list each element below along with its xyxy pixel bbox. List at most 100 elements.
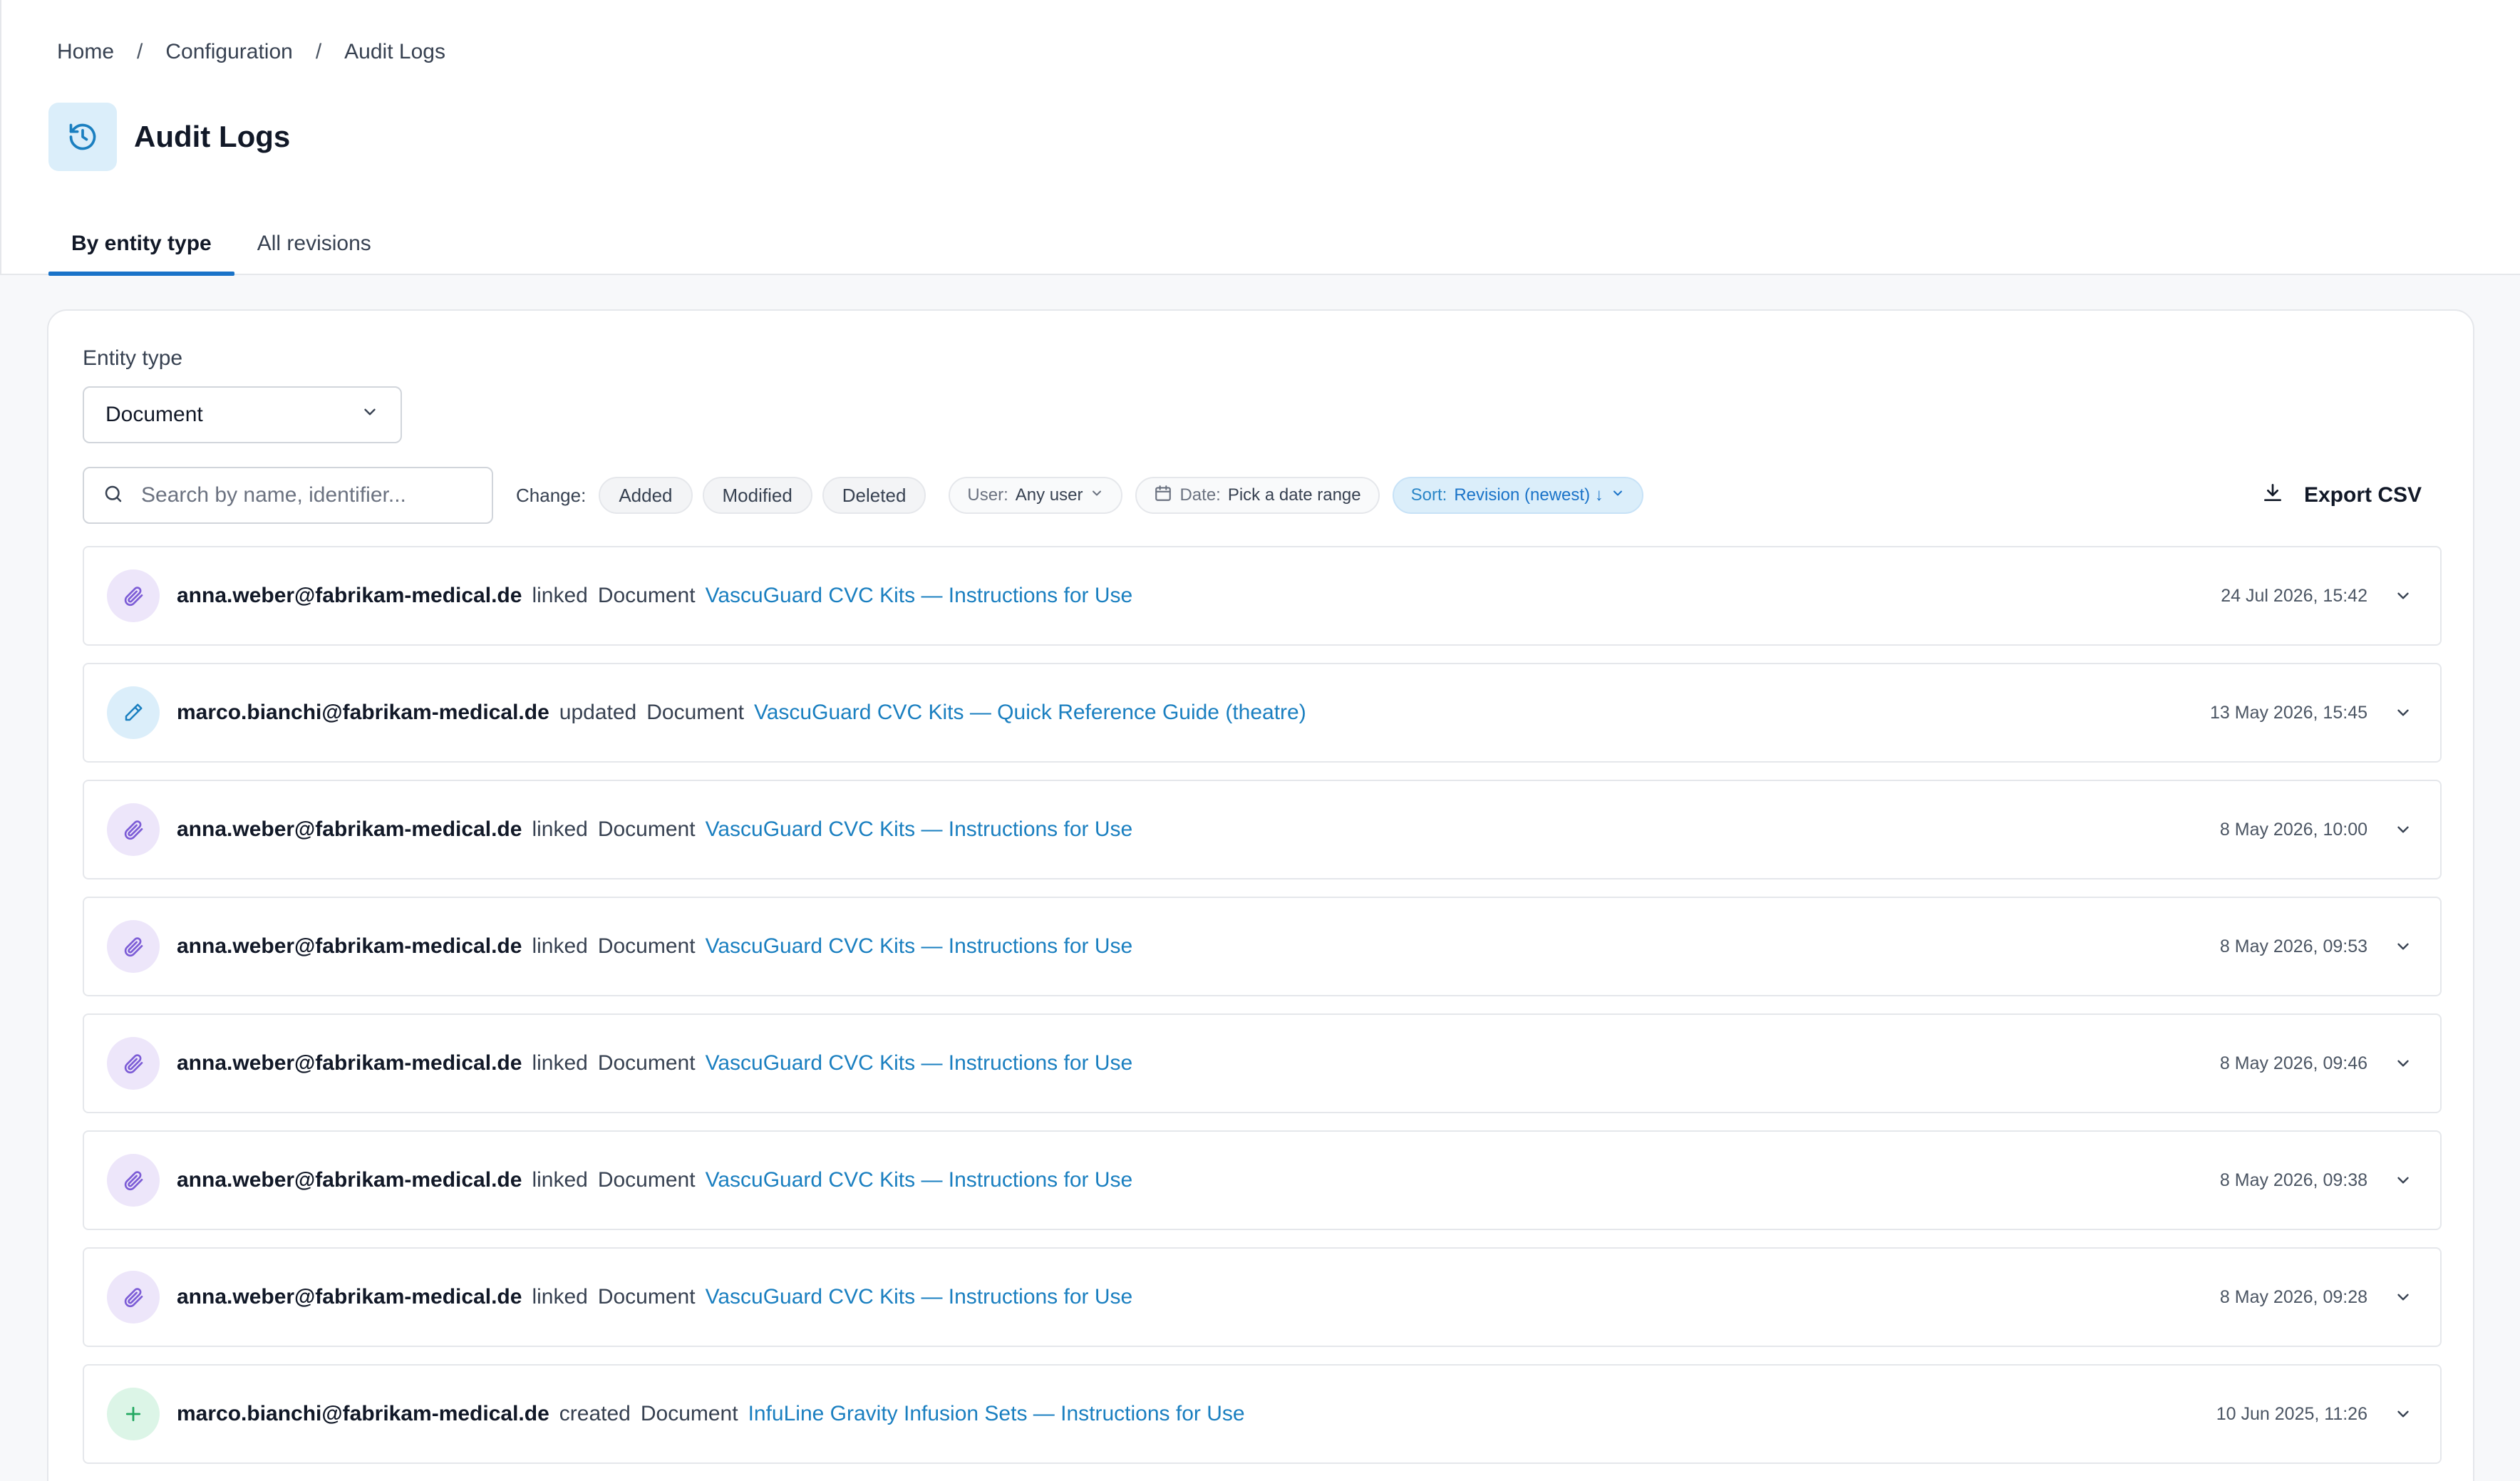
breadcrumb-current: Audit Logs [344, 40, 445, 63]
audit-action: linked [532, 584, 588, 607]
audit-entity-link[interactable]: VascuGuard CVC Kits — Instructions for U… [706, 1168, 1133, 1192]
user-filter-value: Any user [1015, 485, 1083, 505]
audit-row-text: anna.weber@fabrikam-medical.de linked Do… [177, 817, 1132, 842]
audit-action: linked [532, 1051, 588, 1075]
audit-user: marco.bianchi@fabrikam-medical.de [177, 1402, 549, 1425]
tab-by-entity-type[interactable]: By entity type [48, 212, 234, 276]
breadcrumb-configuration[interactable]: Configuration [165, 40, 292, 64]
audit-row-text: anna.weber@fabrikam-medical.de linked Do… [177, 1285, 1132, 1309]
audit-entity-type: Document [640, 1402, 738, 1425]
audit-entity-type: Document [597, 1051, 696, 1075]
audit-entity-type: Document [597, 1285, 696, 1309]
chevron-down-icon[interactable] [2389, 1400, 2417, 1428]
audit-row-text: marco.bianchi@fabrikam-medical.de create… [177, 1402, 1245, 1426]
audit-action: linked [532, 1285, 588, 1309]
audit-entity-type: Document [646, 701, 744, 724]
audit-timestamp: 8 May 2026, 10:00 [2219, 819, 2367, 840]
tab-bar: By entity type All revisions [48, 212, 394, 276]
chevron-down-icon[interactable] [2389, 698, 2417, 727]
audit-entity-type: Document [597, 934, 696, 958]
page-title: Audit Logs [134, 120, 291, 153]
audit-user: anna.weber@fabrikam-medical.de [177, 1168, 522, 1192]
breadcrumb-separator: / [315, 40, 322, 63]
search-box [83, 467, 493, 524]
audit-row[interactable]: marco.bianchi@fabrikam-medical.de create… [83, 1364, 2442, 1464]
breadcrumb-home[interactable]: Home [57, 40, 114, 64]
audit-row[interactable]: anna.weber@fabrikam-medical.de linked Do… [83, 1130, 2442, 1230]
audit-entity-link[interactable]: VascuGuard CVC Kits — Instructions for U… [706, 1051, 1133, 1075]
audit-timestamp: 8 May 2026, 09:53 [2219, 936, 2367, 956]
calendar-icon [1154, 484, 1172, 507]
audit-row-text: anna.weber@fabrikam-medical.de linked Do… [177, 1168, 1132, 1192]
history-icon [48, 103, 117, 171]
audit-entity-type: Document [597, 1168, 696, 1192]
audit-user: anna.weber@fabrikam-medical.de [177, 934, 522, 958]
audit-timestamp: 10 Jun 2025, 11:26 [2216, 1403, 2367, 1424]
audit-entity-type: Document [597, 584, 696, 607]
tab-all-revisions[interactable]: All revisions [234, 212, 394, 275]
audit-row[interactable]: anna.weber@fabrikam-medical.de linked Do… [83, 546, 2442, 646]
filter-bar: Change: Added Modified Deleted User: Any… [83, 466, 2442, 525]
audit-row-text: anna.weber@fabrikam-medical.de linked Do… [177, 1051, 1132, 1075]
change-chip-added[interactable]: Added [599, 477, 693, 514]
chevron-down-icon[interactable] [2389, 1049, 2417, 1078]
audit-timestamp: 8 May 2026, 09:46 [2219, 1053, 2367, 1073]
chevron-down-icon[interactable] [2389, 1283, 2417, 1311]
sort-filter[interactable]: Sort: Revision (newest) ↓ [1392, 477, 1643, 514]
audit-row[interactable]: anna.weber@fabrikam-medical.de linked Do… [83, 1247, 2442, 1347]
breadcrumb-separator: / [137, 40, 143, 63]
search-input[interactable] [141, 483, 455, 507]
pencil-icon [107, 686, 160, 739]
chevron-down-icon[interactable] [2389, 932, 2417, 961]
audit-user: marco.bianchi@fabrikam-medical.de [177, 701, 549, 724]
plus-icon [107, 1388, 160, 1440]
export-csv-button[interactable]: Export CSV [2261, 481, 2422, 510]
audit-action: updated [559, 701, 637, 724]
change-chip-modified[interactable]: Modified [702, 477, 812, 514]
audit-action: created [559, 1402, 631, 1425]
audit-entity-link[interactable]: VascuGuard CVC Kits — Instructions for U… [706, 934, 1133, 959]
breadcrumb: Home / Configuration / Audit Logs [57, 40, 445, 64]
chevron-down-icon [1611, 485, 1625, 505]
page-header: Home / Configuration / Audit Logs Audit … [0, 0, 2520, 276]
entity-type-select[interactable]: Document [83, 386, 402, 443]
download-icon [2261, 481, 2284, 510]
change-filter-label: Change: [516, 484, 587, 506]
chevron-down-icon[interactable] [2389, 1166, 2417, 1194]
sort-filter-label: Sort: [1410, 485, 1447, 505]
change-chip-deleted[interactable]: Deleted [822, 477, 926, 514]
audit-user: anna.weber@fabrikam-medical.de [177, 1285, 522, 1309]
audit-timestamp: 24 Jul 2026, 15:42 [2221, 585, 2367, 606]
audit-row[interactable]: anna.weber@fabrikam-medical.de linked Do… [83, 1013, 2442, 1113]
paperclip-icon [107, 569, 160, 622]
audit-user: anna.weber@fabrikam-medical.de [177, 1051, 522, 1075]
audit-entity-link[interactable]: VascuGuard CVC Kits — Quick Reference Gu… [754, 701, 1306, 725]
audit-row[interactable]: anna.weber@fabrikam-medical.de linked Do… [83, 780, 2442, 879]
date-filter-value: Pick a date range [1227, 485, 1361, 505]
audit-action: linked [532, 1168, 588, 1192]
audit-row-text: marco.bianchi@fabrikam-medical.de update… [177, 701, 1306, 725]
audit-user: anna.weber@fabrikam-medical.de [177, 584, 522, 607]
audit-entity-link[interactable]: VascuGuard CVC Kits — Instructions for U… [706, 584, 1133, 608]
date-filter-label: Date: [1179, 485, 1221, 505]
audit-entity-link[interactable]: VascuGuard CVC Kits — Instructions for U… [706, 1285, 1133, 1309]
paperclip-icon [107, 1271, 160, 1323]
audit-user: anna.weber@fabrikam-medical.de [177, 817, 522, 841]
paperclip-icon [107, 1154, 160, 1207]
audit-row[interactable]: marco.bianchi@fabrikam-medical.de update… [83, 663, 2442, 763]
audit-action: linked [532, 817, 588, 841]
search-icon [103, 483, 124, 508]
audit-log-list: anna.weber@fabrikam-medical.de linked Do… [83, 546, 2442, 1481]
audit-log-card: Entity type Document Change: Added Modif… [47, 309, 2474, 1481]
audit-entity-link[interactable]: VascuGuard CVC Kits — Instructions for U… [706, 817, 1133, 842]
audit-row[interactable]: anna.weber@fabrikam-medical.de linked Do… [83, 897, 2442, 996]
chevron-down-icon [1090, 485, 1104, 505]
paperclip-icon [107, 803, 160, 856]
audit-row-text: anna.weber@fabrikam-medical.de linked Do… [177, 934, 1132, 959]
title-row: Audit Logs [48, 103, 290, 171]
audit-entity-link[interactable]: InfuLine Gravity Infusion Sets — Instruc… [748, 1402, 1245, 1426]
chevron-down-icon[interactable] [2389, 815, 2417, 844]
user-filter[interactable]: User: Any user [949, 477, 1123, 514]
date-filter[interactable]: Date: Pick a date range [1135, 477, 1380, 514]
chevron-down-icon[interactable] [2389, 582, 2417, 610]
